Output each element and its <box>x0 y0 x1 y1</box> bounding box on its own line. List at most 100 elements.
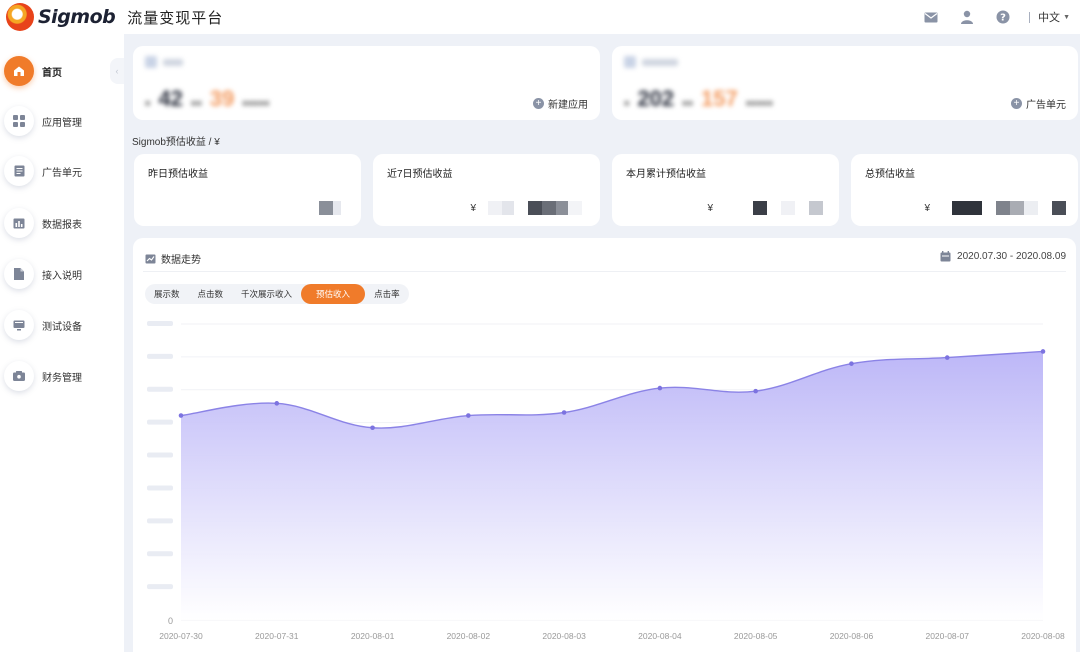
data-point <box>849 361 854 366</box>
tab-ctr[interactable]: 点击率 <box>365 284 409 304</box>
x-tick-label: 2020-08-02 <box>447 631 491 641</box>
language-switcher[interactable]: 中文 ▼ <box>1038 9 1070 25</box>
blurred-y-tick <box>147 452 173 458</box>
masked-value: ¥ <box>470 201 582 215</box>
ad-units-count: 202 <box>637 86 675 111</box>
pixel-block <box>1024 201 1038 215</box>
x-tick-label: 2020-08-08 <box>1021 631 1065 641</box>
pixel-block <box>556 201 568 215</box>
pixel-block <box>1010 201 1024 215</box>
tab-impressions[interactable]: 展示数 <box>145 284 189 304</box>
blurred-text: ■■ <box>190 98 202 108</box>
revenue-card-title: 本月累计预估收益 <box>626 169 706 180</box>
data-point <box>370 425 375 431</box>
pixel-block <box>1038 201 1052 215</box>
data-point <box>944 355 950 360</box>
revenue-card-yesterday: 昨日预估收益 <box>134 154 361 226</box>
wallet-icon <box>4 361 34 391</box>
logo[interactable]: Sigmob <box>6 3 116 31</box>
home-icon <box>4 56 34 86</box>
ad-units-summary-values: ■ 202 ■■ 157 ■■■■■ <box>624 86 773 112</box>
masked-value: ¥ <box>924 201 1066 215</box>
new-app-button[interactable]: + 新建应用 <box>533 96 588 111</box>
blurred-y-tick <box>147 353 173 359</box>
x-tick-label: 2020-07-30 <box>159 631 203 641</box>
language-label: 中文 <box>1038 12 1061 24</box>
revenue-card-title: 总预估收益 <box>865 169 915 180</box>
data-point <box>466 413 471 418</box>
blurred-y-tick <box>147 386 173 392</box>
help-icon[interactable]: ? <box>995 9 1011 25</box>
apps-summary-values: ■ 42 ■■ 39 ■■■■■ <box>145 86 269 112</box>
pixel-block <box>781 201 795 215</box>
brand-name: Sigmob <box>38 6 116 28</box>
app-icon <box>145 56 157 68</box>
pixel-block <box>488 201 502 215</box>
plus-circle-icon: + <box>1011 98 1022 109</box>
pixel-block <box>502 201 514 215</box>
separator <box>1029 11 1031 23</box>
monitor-icon <box>4 310 34 340</box>
pixel-block <box>996 201 1010 215</box>
sidebar-item-integration[interactable]: 接入说明 <box>4 258 82 290</box>
sidebar-item-apps[interactable]: 应用管理 <box>4 105 82 137</box>
x-tick-label: 2020-07-31 <box>255 631 299 641</box>
pixel-block <box>528 201 542 215</box>
chevron-left-icon: ‹ <box>115 66 119 76</box>
user-icon[interactable] <box>959 9 975 25</box>
x-tick-label: 2020-08-07 <box>925 631 969 641</box>
tab-estimated-revenue[interactable]: 预估收入 <box>301 284 366 304</box>
sidebar-item-reports[interactable]: 数据报表 <box>4 207 82 239</box>
revenue-card-title: 昨日预估收益 <box>148 169 208 180</box>
sidebar-item-ad-units[interactable]: 广告单元 <box>4 155 82 187</box>
x-tick-label: 2020-08-04 <box>638 631 682 641</box>
data-point <box>274 401 280 406</box>
data-point <box>561 410 567 415</box>
sidebar-collapse-toggle[interactable]: ‹ <box>110 58 124 84</box>
area-fill <box>181 351 1043 620</box>
sidebar-item-home[interactable]: 首页 <box>4 55 62 87</box>
sidebar: 首页 应用管理 广告单元 数据报表 接入说明 测试设备 财务管理 <box>0 34 124 652</box>
blurred-y-tick <box>147 518 173 524</box>
currency-symbol: ¥ <box>924 202 930 214</box>
document-icon <box>4 156 34 186</box>
metric-tabs: 展示数 点击数 千次展示收入 预估收入 点击率 <box>145 284 409 304</box>
calendar-icon <box>940 251 951 262</box>
ad-units-summary-card: ■ 202 ■■ 157 ■■■■■ + 广告单元 <box>612 46 1078 120</box>
tab-ecpm[interactable]: 千次展示收入 <box>232 284 301 304</box>
sidebar-item-label: 接入说明 <box>42 270 82 282</box>
svg-text:?: ? <box>1000 13 1006 24</box>
pixel-block <box>753 201 767 215</box>
mail-icon[interactable] <box>923 9 939 25</box>
bar-chart-icon <box>4 208 34 238</box>
revenue-card-7days: 近7日预估收益 ¥ <box>373 154 600 226</box>
revenue-card-month: 本月累计预估收益 ¥ <box>612 154 839 226</box>
blurred-text: ■ <box>145 98 151 108</box>
apps-summary-header <box>145 56 183 68</box>
pixel-block <box>333 201 341 215</box>
x-tick-label: 2020-08-01 <box>351 631 395 641</box>
ad-units-summary-label <box>642 58 678 66</box>
sidebar-item-label: 首页 <box>42 67 62 79</box>
date-range-picker[interactable]: 2020.07.30 - 2020.08.09 <box>940 251 1066 262</box>
sidebar-item-label: 应用管理 <box>42 117 82 129</box>
app-title: 流量变现平台 <box>127 9 224 27</box>
revenue-card-total: 总预估收益 ¥ <box>851 154 1078 226</box>
divider <box>143 271 1066 272</box>
y-tick-label: 0 <box>168 616 173 626</box>
x-tick-label: 2020-08-03 <box>542 631 586 641</box>
sidebar-item-test-devices[interactable]: 测试设备 <box>4 309 82 341</box>
x-tick-label: 2020-08-05 <box>734 631 778 641</box>
currency-symbol: ¥ <box>470 202 476 214</box>
ad-unit-button[interactable]: + 广告单元 <box>1011 96 1066 111</box>
logo-mark-icon <box>6 3 34 31</box>
data-point <box>1040 349 1046 354</box>
sidebar-item-label: 数据报表 <box>42 219 82 231</box>
ad-unit-label: 广告单元 <box>1026 100 1066 111</box>
sidebar-item-finance[interactable]: 财务管理 <box>4 360 82 392</box>
x-tick-label: 2020-08-06 <box>830 631 874 641</box>
ad-unit-icon <box>624 56 636 68</box>
blurred-y-tick <box>147 584 173 590</box>
plus-circle-icon: + <box>533 98 544 109</box>
tab-clicks[interactable]: 点击数 <box>189 284 233 304</box>
